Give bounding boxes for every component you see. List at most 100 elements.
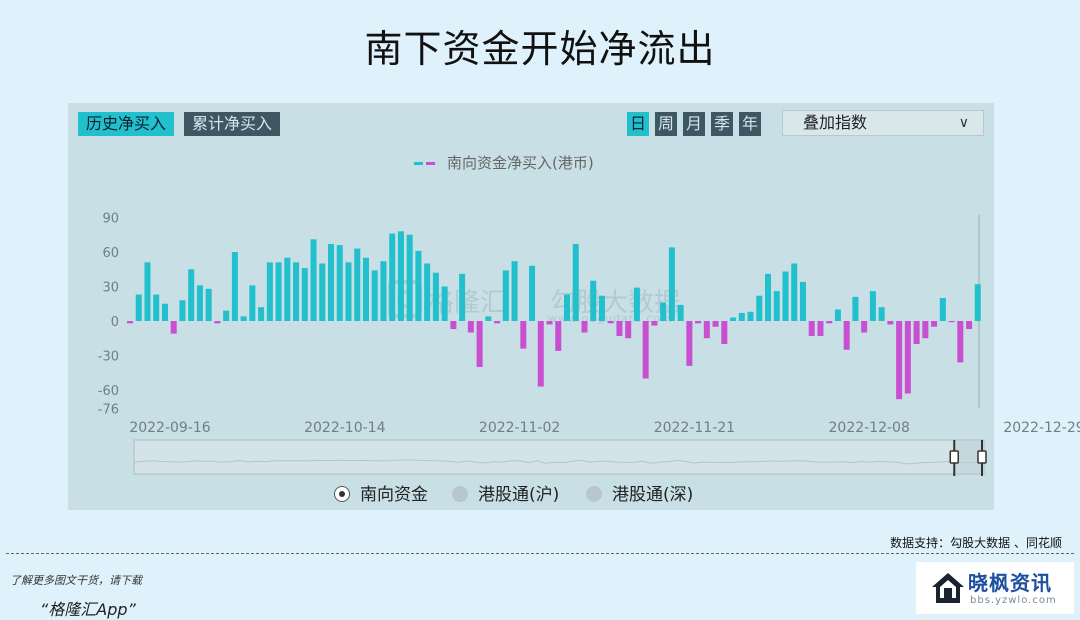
x-tick-label: 2022-12-29 xyxy=(1003,420,1080,436)
bar xyxy=(712,321,719,327)
bar xyxy=(511,261,518,321)
range-slider-handle[interactable] xyxy=(949,450,959,464)
bar xyxy=(467,321,474,333)
bar xyxy=(581,321,588,333)
y-tick-label: 0 xyxy=(111,315,119,330)
bar xyxy=(223,310,230,321)
radio-selected-icon[interactable] xyxy=(334,486,350,502)
bar xyxy=(651,321,658,326)
x-tick-label: 2022-09-16 xyxy=(129,420,210,436)
bar xyxy=(459,273,466,321)
bar xyxy=(135,294,142,321)
bar xyxy=(869,291,876,321)
bar xyxy=(782,271,789,321)
bar xyxy=(738,312,745,321)
bar xyxy=(966,321,973,330)
bar xyxy=(677,304,684,321)
bar xyxy=(188,269,195,321)
range-slider-track xyxy=(133,439,985,475)
bar xyxy=(345,262,352,321)
net-buy-bar-chart: 90 60 30 0 -30 -60 -76 2022-09-16 2022-10-14 2022… xyxy=(98,212,1080,476)
bar xyxy=(826,321,833,324)
bar xyxy=(380,261,387,321)
bar xyxy=(913,321,920,344)
dashed-divider xyxy=(6,553,1074,554)
bar xyxy=(432,272,439,321)
bar xyxy=(721,321,728,344)
bar xyxy=(153,294,160,321)
bar xyxy=(756,295,763,321)
bar xyxy=(878,307,885,321)
bar xyxy=(572,243,579,321)
radio-icon[interactable] xyxy=(452,486,468,502)
series-option-sh-connect[interactable]: 港股通(沪) xyxy=(452,484,559,506)
bar xyxy=(791,263,798,321)
bar xyxy=(817,321,824,336)
bar xyxy=(258,307,265,321)
bar xyxy=(520,321,527,349)
bar xyxy=(904,321,911,394)
bar xyxy=(765,273,772,321)
bar xyxy=(275,262,282,321)
bar xyxy=(843,321,850,350)
bar xyxy=(127,321,133,324)
bar xyxy=(441,286,448,321)
bar xyxy=(642,321,649,379)
house-icon xyxy=(932,573,964,603)
y-tick-label: 90 xyxy=(102,212,119,227)
bar xyxy=(301,268,308,321)
x-tick-label: 2022-12-08 xyxy=(829,420,910,436)
series-option-sz-connect[interactable]: 港股通(深) xyxy=(586,484,693,506)
bar xyxy=(922,321,929,339)
bar xyxy=(616,321,623,336)
bar xyxy=(948,321,955,323)
bar xyxy=(896,321,903,400)
bar xyxy=(590,280,597,321)
bar xyxy=(249,285,256,321)
app-link[interactable]: “格隆汇App” xyxy=(40,596,136,620)
bar xyxy=(179,300,186,321)
bar xyxy=(660,302,667,321)
bar xyxy=(397,231,404,321)
bar xyxy=(476,321,483,367)
y-tick-label: 60 xyxy=(102,246,119,261)
bar xyxy=(144,262,151,321)
bar xyxy=(633,287,640,321)
bar xyxy=(406,234,413,321)
y-tick-label: -76 xyxy=(98,402,119,417)
bar xyxy=(703,321,710,339)
x-tick-label: 2022-11-02 xyxy=(479,420,560,436)
bar xyxy=(170,321,177,334)
bar xyxy=(957,321,964,363)
series-option-label: 港股通(深) xyxy=(612,485,694,505)
bar xyxy=(625,321,632,339)
bar xyxy=(537,321,544,387)
bar xyxy=(529,265,536,321)
bar xyxy=(564,294,570,321)
bar xyxy=(450,321,457,330)
bar xyxy=(834,309,841,321)
bar xyxy=(939,298,946,321)
bar xyxy=(730,317,737,321)
bar xyxy=(231,252,238,321)
y-tick-label: 30 xyxy=(102,281,119,296)
bar xyxy=(494,321,501,324)
bar xyxy=(240,316,247,321)
y-tick-label: -60 xyxy=(98,384,119,399)
bar xyxy=(799,281,806,321)
series-option-label: 港股通(沪) xyxy=(478,485,560,505)
logo-name: 晓枫资讯 xyxy=(968,571,1052,595)
bar xyxy=(695,321,702,324)
site-logo: 晓枫资讯 bbs.yzwlo.com xyxy=(916,562,1074,614)
radio-icon[interactable] xyxy=(586,486,602,502)
series-option-southbound[interactable]: 南向资金 xyxy=(334,484,428,506)
bar xyxy=(293,262,300,321)
bar xyxy=(974,284,981,321)
bar xyxy=(808,321,815,336)
range-slider-handle[interactable] xyxy=(977,450,987,464)
x-tick-label: 2022-10-14 xyxy=(304,420,385,436)
bar xyxy=(284,257,291,321)
bar xyxy=(328,243,335,321)
bar xyxy=(686,321,693,366)
bar xyxy=(310,239,317,321)
